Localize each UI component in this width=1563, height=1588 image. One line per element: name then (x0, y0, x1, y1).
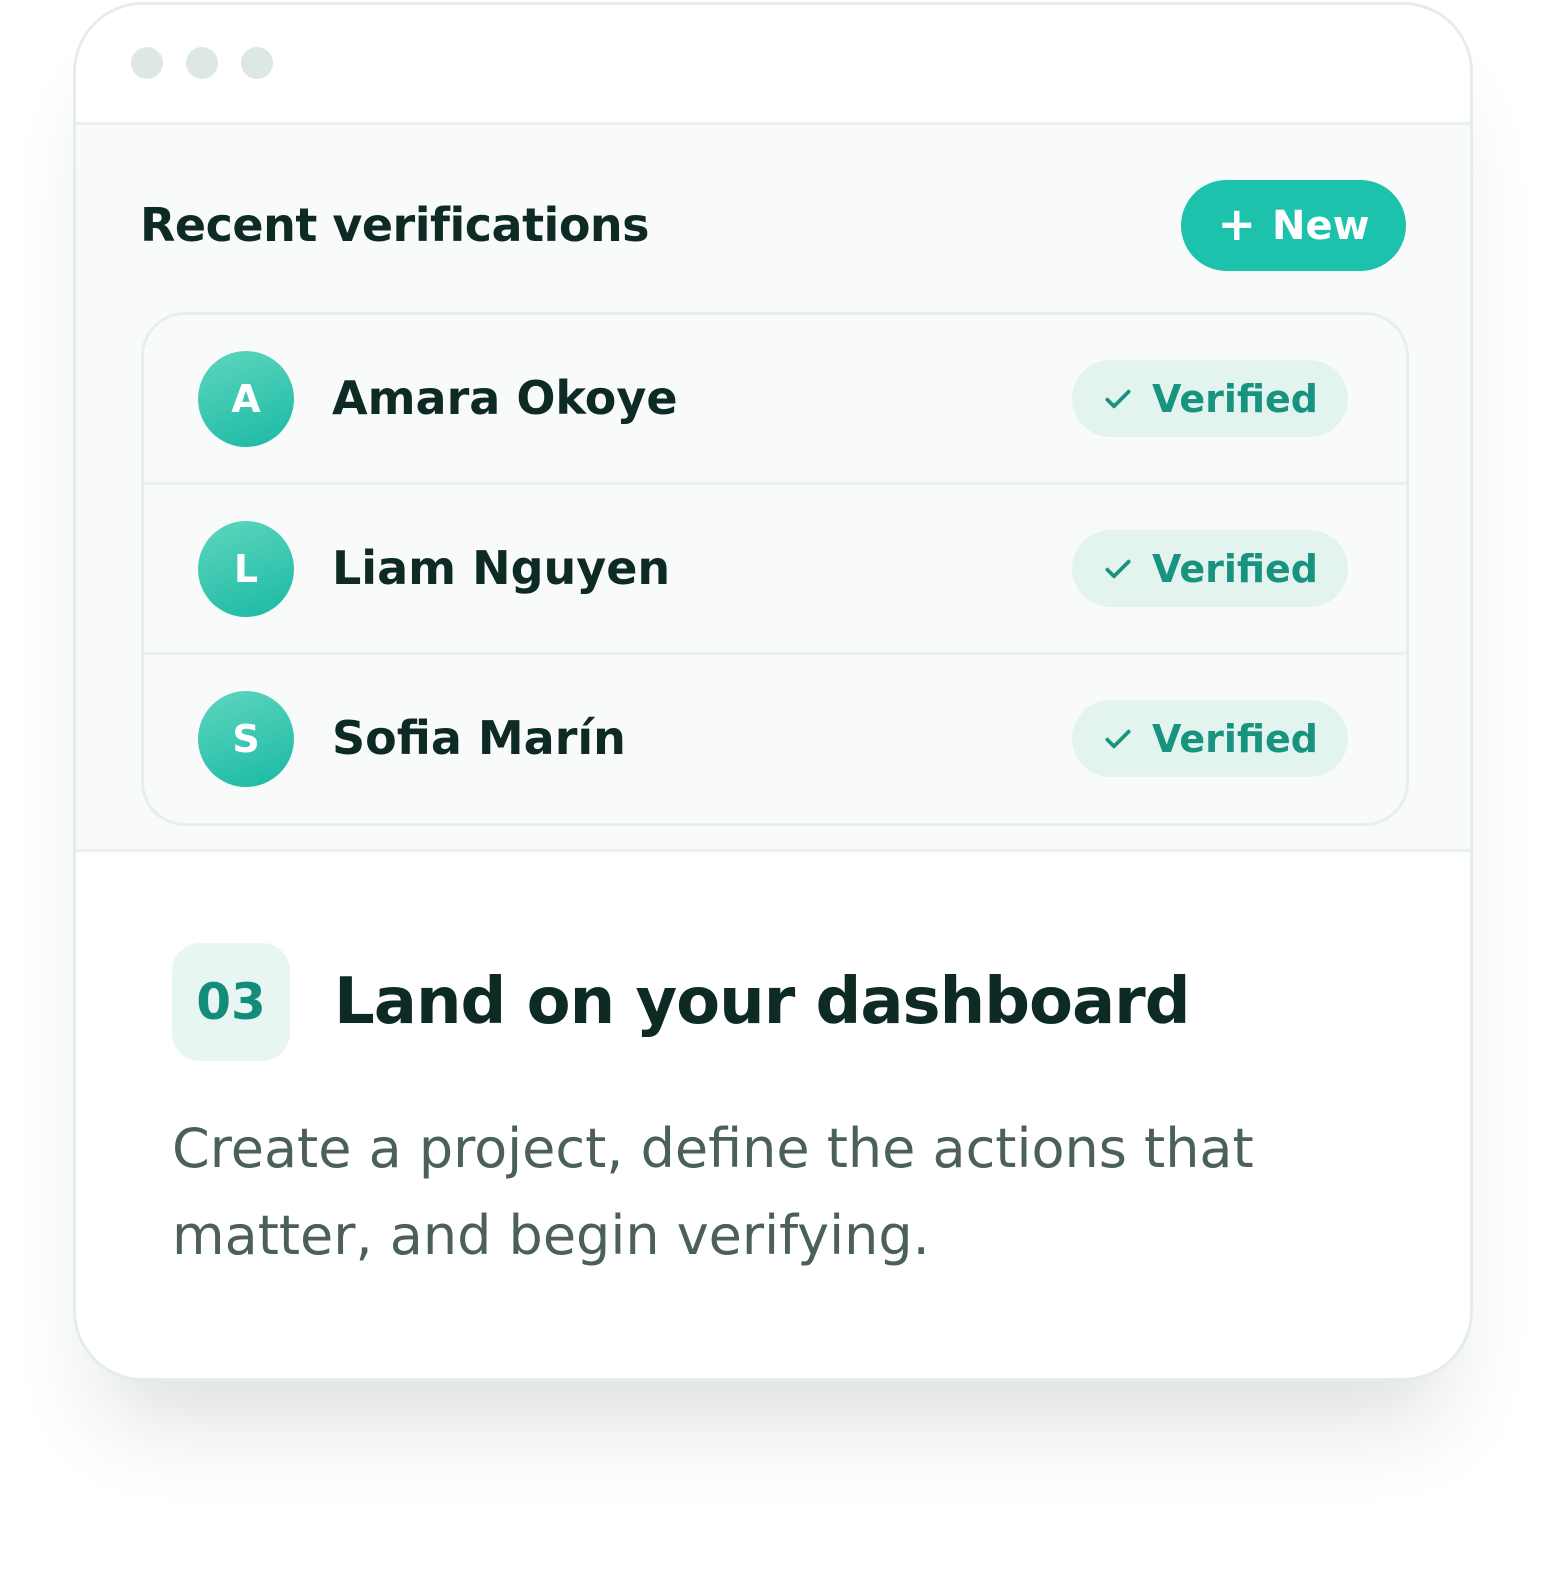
verifications-panel: Recent verifications + New A Amara Okoye… (76, 125, 1470, 852)
status-label: Verified (1151, 546, 1318, 591)
panel-title: Recent verifications (140, 198, 650, 252)
new-button-label: New (1271, 202, 1370, 249)
step-description: Create a project, define the actions tha… (172, 1117, 1254, 1267)
status-badge: Verified (1072, 530, 1348, 607)
status-label: Verified (1151, 376, 1318, 421)
new-verification-button[interactable]: + New (1181, 180, 1406, 271)
status-badge: Verified (1072, 700, 1348, 777)
window-control-close[interactable] (131, 47, 163, 79)
list-item[interactable]: S Sofia Marín Verified (144, 652, 1406, 822)
avatar: L (198, 521, 294, 617)
verifications-list: A Amara Okoye Verified L Liam Nguyen Ver… (141, 312, 1409, 826)
check-icon (1105, 729, 1131, 748)
check-icon (1105, 559, 1131, 578)
list-item[interactable]: L Liam Nguyen Verified (144, 482, 1406, 652)
user-name: Liam Nguyen (332, 541, 671, 595)
status-label: Verified (1151, 716, 1318, 761)
plus-icon: + (1217, 196, 1256, 251)
user-name: Sofia Marín (332, 711, 626, 765)
step-number-badge: 03 (172, 943, 290, 1061)
window-titlebar (76, 5, 1470, 125)
app-window: Recent verifications + New A Amara Okoye… (73, 2, 1473, 1381)
user-name: Amara Okoye (332, 371, 678, 425)
status-badge: Verified (1072, 360, 1348, 437)
list-item[interactable]: A Amara Okoye Verified (144, 315, 1406, 482)
avatar: A (198, 351, 294, 447)
window-control-minimize[interactable] (186, 47, 218, 79)
window-control-maximize[interactable] (241, 47, 273, 79)
avatar: S (198, 691, 294, 787)
step-title: Land on your dashboard (334, 965, 1191, 1039)
check-icon (1105, 389, 1131, 408)
